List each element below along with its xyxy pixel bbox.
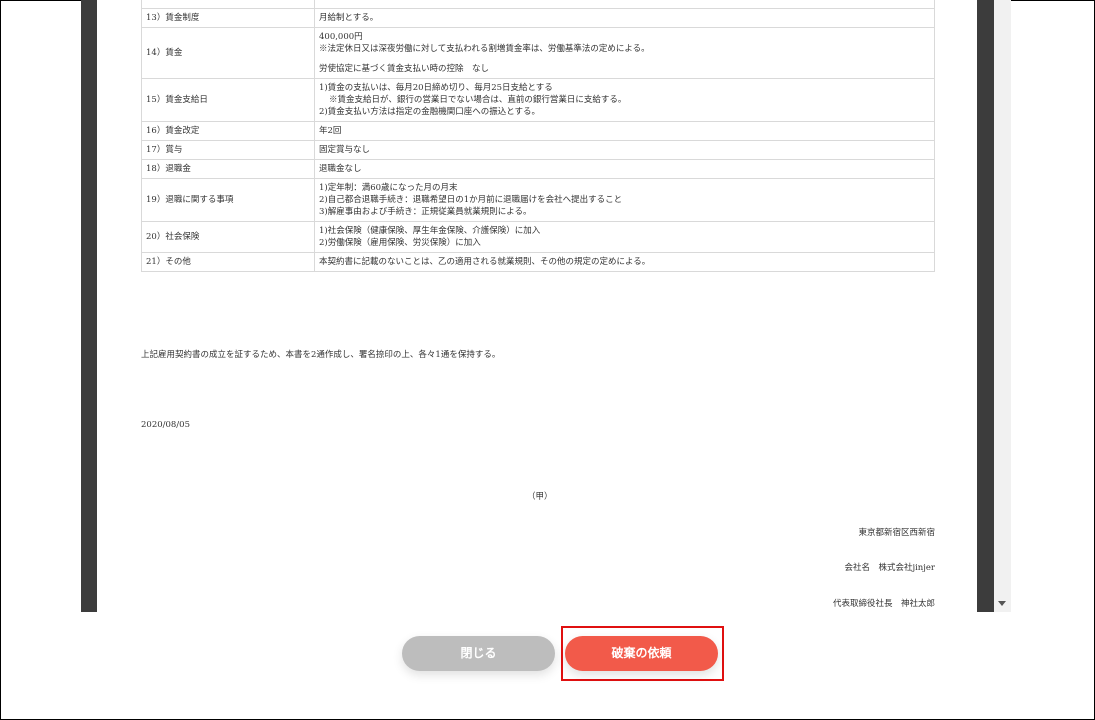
- row-label: 21）その他: [141, 252, 315, 272]
- row-label: 19）退職に関する事項: [141, 178, 315, 222]
- request-discard-button[interactable]: 破棄の依頼: [565, 636, 718, 671]
- viewer-margin-left: [81, 0, 97, 612]
- row-label: 13）賃金制度: [141, 8, 315, 28]
- table-row: 15）賃金支給日 1)賃金の支払いは、毎月20日締め切り、毎月25日支給とする …: [141, 78, 935, 122]
- scroll-down-arrow-icon[interactable]: [998, 601, 1006, 606]
- table-row: 20）社会保険 1)社会保険（健康保険、厚生年金保険、介護保険）に加入 2)労働…: [141, 221, 935, 253]
- scrollbar[interactable]: [994, 0, 1011, 612]
- employer-address: 東京都新宿区西新宿: [858, 528, 935, 538]
- party-label: （甲）: [527, 492, 553, 502]
- row-value: 退職金なし: [314, 159, 935, 179]
- row-label: 18）退職金: [141, 159, 315, 179]
- table-row: 16）賃金改定 年2回: [141, 121, 935, 141]
- row-value: 1)社会保険（健康保険、厚生年金保険、介護保険）に加入 2)労働保険（雇用保険、…: [314, 221, 935, 253]
- table-row-partial: [141, 0, 935, 9]
- row-value: 1)定年制：満60歳になった月の月末 2)自己都合退職手続き：退職希望日の1か月…: [314, 178, 935, 222]
- table-row: 18）退職金 退職金なし: [141, 159, 935, 179]
- table-row: 13）賃金制度 月給制とする。: [141, 8, 935, 28]
- row-value: 月給制とする。: [314, 8, 935, 28]
- employer-representative: 代表取締役社長 神社太郎: [832, 599, 935, 609]
- table-row: 17）賞与 固定賞与なし: [141, 140, 935, 160]
- row-label: 17）賞与: [141, 140, 315, 160]
- table-row: 14）賃金 400,000円 ※法定休日又は深夜労働に対して支払われる割増賃金率…: [141, 27, 935, 79]
- row-label: 16）賃金改定: [141, 121, 315, 141]
- row-value: 400,000円 ※法定休日又は深夜労働に対して支払われる割増賃金率は、労働基準…: [314, 27, 935, 79]
- row-value: 1)賃金の支払いは、毎月20日締め切り、毎月25日支給とする ※賃金支給日が、銀…: [314, 78, 935, 122]
- close-button[interactable]: 閉じる: [402, 636, 555, 671]
- table-row: 21）その他 本契約書に記載のないことは、乙の適用される就業規則、その他の規定の…: [141, 252, 935, 272]
- closing-statement: 上記雇用契約書の成立を証するため、本書を2通作成し、署名捺印の上、各々1通を保持…: [141, 350, 501, 360]
- table-row: 19）退職に関する事項 1)定年制：満60歳になった月の月末 2)自己都合退職手…: [141, 178, 935, 222]
- viewer-margin-right: [977, 0, 994, 612]
- row-value: 年2回: [314, 121, 935, 141]
- employer-company: 会社名 株式会社jinjer: [844, 563, 935, 573]
- row-value: 本契約書に記載のないことは、乙の適用される就業規則、その他の規定の定めによる。: [314, 252, 935, 272]
- contract-document-page: 13）賃金制度 月給制とする。 14）賃金 400,000円 ※法定休日又は深夜…: [97, 0, 977, 612]
- row-label: 20）社会保険: [141, 221, 315, 253]
- contract-terms-table: 13）賃金制度 月給制とする。 14）賃金 400,000円 ※法定休日又は深夜…: [141, 0, 935, 272]
- contract-date: 2020/08/05: [141, 420, 190, 430]
- row-value: 固定賞与なし: [314, 140, 935, 160]
- row-label: 15）賃金支給日: [141, 78, 315, 122]
- row-label: 14）賃金: [141, 27, 315, 79]
